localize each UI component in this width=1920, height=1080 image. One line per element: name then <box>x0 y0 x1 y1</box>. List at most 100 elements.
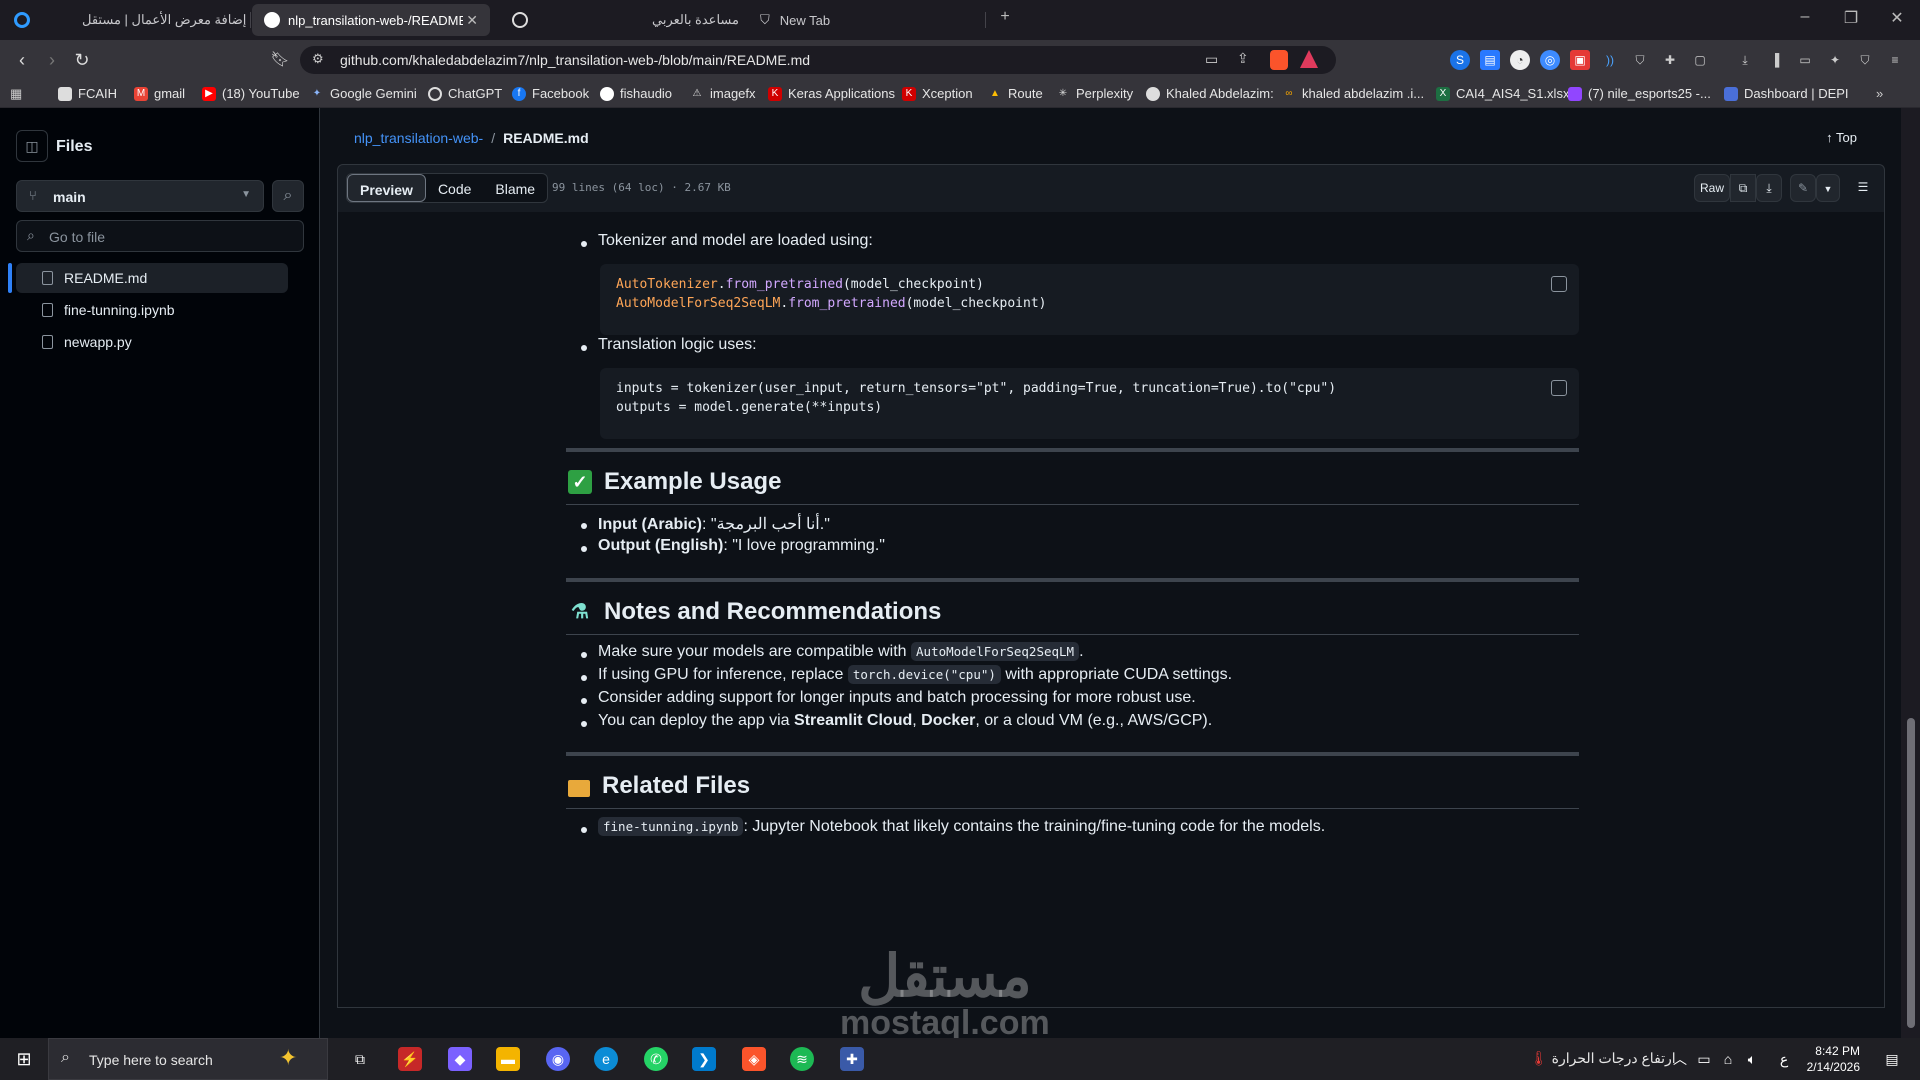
volume-icon[interactable]: 🔈︎ <box>1740 1047 1764 1071</box>
reload-button[interactable]: ↻ <box>70 48 94 72</box>
branch-selector[interactable]: ⑂ main ▼ <box>16 180 264 212</box>
copy-icon[interactable] <box>1551 380 1567 396</box>
bookmark-facebook[interactable]: f Facebook <box>512 86 589 101</box>
extension-icon[interactable]: ◎ <box>1540 50 1560 70</box>
cast-icon[interactable]: ▭ <box>1205 51 1218 68</box>
extension-icon[interactable]: ▢ <box>1690 50 1710 70</box>
raw-button[interactable]: Raw <box>1694 174 1730 202</box>
notifications-icon[interactable]: ▤ <box>1880 1047 1904 1071</box>
extension-icon[interactable]: )) <box>1600 50 1620 70</box>
file-newapp[interactable]: newapp.py <box>16 327 288 357</box>
go-to-file-input[interactable]: ⌕ Go to file <box>16 220 304 252</box>
share-icon[interactable]: ⇪ <box>1237 50 1249 67</box>
bookmark-nile-esports[interactable]: (7) nile_esports25 -... <box>1568 86 1711 101</box>
clock[interactable]: 8:42 PM 2/14/2026 <box>1807 1043 1860 1075</box>
brave-icon[interactable]: ◈ <box>742 1047 766 1071</box>
tab-code[interactable]: Code <box>426 174 483 202</box>
copilot-icon[interactable]: ◆ <box>448 1047 472 1071</box>
bookmark-route[interactable]: ▲ Route <box>988 86 1043 101</box>
address-bar[interactable]: ⚙ github.com/khaledabdelazim7/nlp_transi… <box>300 46 1336 74</box>
file-explorer-icon[interactable]: ▬ <box>496 1047 520 1071</box>
browser-menu-icon[interactable] <box>14 12 30 28</box>
bookmark-khaled-ai[interactable]: ∞ khaled abdelazim .i... <box>1282 86 1424 101</box>
download-icon[interactable]: ⤓ <box>1735 50 1755 70</box>
search-button[interactable]: ⌕ <box>272 180 304 212</box>
leo-ai-icon[interactable]: ✦ <box>1825 50 1845 70</box>
close-window-button[interactable]: ✕ <box>1882 8 1912 28</box>
restore-button[interactable]: ❐ <box>1836 8 1866 28</box>
bookmark-fishaudio[interactable]: fishaudio <box>600 86 672 101</box>
extension-icon[interactable]: ▤ <box>1480 50 1500 70</box>
chevron-up-icon[interactable]: ︿ <box>1668 1047 1692 1071</box>
copy-icon[interactable] <box>1551 276 1567 292</box>
bookmark-xception[interactable]: K Xception <box>902 86 973 101</box>
bookmark-gemini[interactable]: ✦ Google Gemini <box>310 86 417 101</box>
language-indicator[interactable]: ع <box>1772 1047 1796 1071</box>
file-fine-tunning[interactable]: fine-tunning.ipynb <box>16 295 288 325</box>
edge-icon[interactable]: e <box>594 1047 618 1071</box>
bookmark-chatgpt[interactable]: ChatGPT <box>428 86 502 101</box>
puzzle-icon[interactable]: ✚ <box>1660 50 1680 70</box>
extension-icon[interactable]: ⛉ <box>1630 50 1650 70</box>
weather-widget[interactable]: 🌡︎ ارتفاع درجات الحرارة <box>1530 1050 1676 1067</box>
brave-rewards-icon[interactable] <box>1300 50 1318 68</box>
vpn-icon[interactable]: ⛉ <box>1855 50 1875 70</box>
tab-new[interactable]: ⛉ New Tab <box>748 4 988 36</box>
tab-readme[interactable]: nlp_transilation-web-/README.m ✕ <box>252 4 490 36</box>
page-scrollbar[interactable] <box>1901 108 1920 1038</box>
bookmark-khaled[interactable]: Khaled Abdelazim: <box>1146 86 1274 101</box>
taskbar-search[interactable]: ⌕ Type here to search ✦ <box>48 1038 328 1080</box>
battery-icon[interactable]: ▭ <box>1692 1047 1716 1071</box>
apps-icon[interactable]: ▦ <box>10 86 22 102</box>
bookmark-youtube[interactable]: ▶ (18) YouTube <box>202 86 300 101</box>
network-icon[interactable]: ⌂ <box>1716 1047 1740 1071</box>
discord-icon[interactable]: ◉ <box>546 1047 570 1071</box>
minimize-button[interactable]: – <box>1790 8 1820 26</box>
extension-icon[interactable]: ◔ <box>1510 50 1530 70</box>
scrollbar-thumb[interactable] <box>1907 718 1915 1028</box>
tab-blame[interactable]: Blame <box>483 174 547 202</box>
back-button[interactable]: ‹ <box>10 48 34 72</box>
windows-start-icon[interactable]: ⊞ <box>12 1047 36 1071</box>
sidebar-icon[interactable]: ▐ <box>1765 50 1785 70</box>
tab-mostaql[interactable]: إضافة معرض الأعمال | مستقل <box>70 4 250 36</box>
copy-raw-button[interactable]: ⧉ <box>1730 174 1756 202</box>
tab-blank[interactable] <box>500 4 660 36</box>
file-readme[interactable]: README.md <box>8 263 288 293</box>
bookmark-gmail[interactable]: Mgmail <box>134 86 185 101</box>
bookmark-keras[interactable]: K Keras Applications <box>768 86 895 101</box>
forward-button[interactable]: › <box>40 48 64 72</box>
collapse-sidebar-button[interactable]: ◫ <box>16 130 48 162</box>
download-raw-button[interactable]: ⤓ <box>1756 174 1782 202</box>
new-tab-button[interactable]: + <box>990 8 1020 26</box>
extension-icon[interactable]: S <box>1450 50 1470 70</box>
gmail-icon: M <box>134 86 148 101</box>
breadcrumb-repo-link[interactable]: nlp_transilation-web- <box>354 130 483 146</box>
menu-icon[interactable]: ≡ <box>1885 50 1905 70</box>
bookmark-perplexity[interactable]: ✳ Perplexity <box>1056 86 1133 101</box>
close-icon[interactable]: ✕ <box>466 12 478 29</box>
extension-icon[interactable]: ▣ <box>1570 50 1590 70</box>
app-icon[interactable]: ✚ <box>840 1047 864 1071</box>
site-settings-icon[interactable]: ⚙ <box>312 51 324 67</box>
note-text: , or a cloud VM (e.g., AWS/GCP). <box>975 712 1213 729</box>
more-bookmarks-icon[interactable]: » <box>1876 86 1883 101</box>
bookmark-fcaih[interactable]: FCAIH <box>58 86 117 101</box>
whatsapp-icon[interactable]: ✆ <box>644 1047 668 1071</box>
outline-button[interactable]: ☰ <box>1850 174 1876 202</box>
bookmark-xlsx[interactable]: X CAI4_AIS4_S1.xlsx <box>1436 86 1569 101</box>
vscode-icon[interactable]: ❯ <box>692 1047 716 1071</box>
edit-options-button[interactable]: ▼ <box>1816 174 1840 202</box>
spotify-icon[interactable]: ≋ <box>790 1047 814 1071</box>
edit-button[interactable]: ✎ <box>1790 174 1816 202</box>
task-view-icon[interactable]: ⧉ <box>348 1047 372 1071</box>
bookmark-icon[interactable]: 🔖︎ <box>268 48 292 72</box>
bookmark-depi[interactable]: Dashboard | DEPI <box>1724 86 1849 101</box>
bookmark-imagefx[interactable]: ⚠ imagefx <box>690 86 756 101</box>
wallet-icon[interactable]: ▭ <box>1795 50 1815 70</box>
tab-preview[interactable]: Preview <box>347 174 426 202</box>
top-button[interactable]: ↑ Top <box>1826 130 1857 145</box>
brave-shields-icon[interactable] <box>1270 50 1288 70</box>
tab-arabic-help[interactable]: مساعدة بالعربي <box>640 4 740 36</box>
app-icon[interactable]: ⚡ <box>398 1047 422 1071</box>
